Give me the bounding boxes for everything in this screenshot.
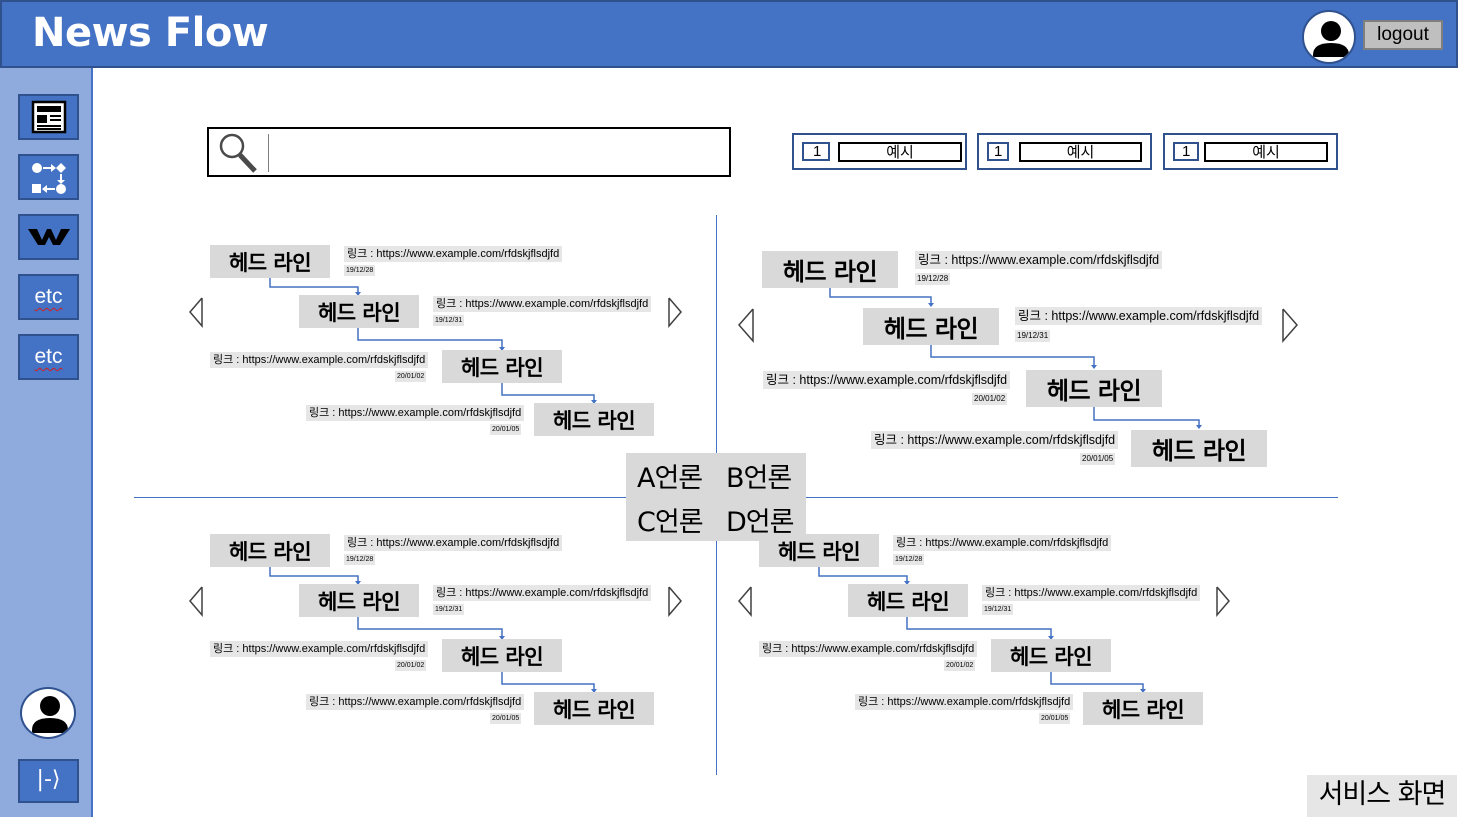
article-link[interactable]: 링크 : https://www.example.com/rfdskjflsdj… [344,246,563,262]
flow-connector [818,567,1146,693]
flow-icon [31,163,66,194]
headline[interactable]: 헤드 라인 [210,245,330,278]
article-link[interactable]: 링크 : https://www.example.com/rfdskjflsdj… [915,251,1163,269]
filter-number[interactable]: 1 [1173,142,1199,161]
article-link[interactable]: 링크 : https://www.example.com/rfdskjflsdj… [344,535,563,551]
search-icon [219,133,257,173]
article-link[interactable]: 링크 : https://www.example.com/rfdskjflsdj… [433,296,652,312]
article-date: 19/12/31 [433,315,465,326]
profile-avatar-icon[interactable] [20,687,76,739]
sidebar: etc etc |-⟩ [0,68,93,817]
article-link[interactable]: 링크 : https://www.example.com/rfdskjflsdj… [210,352,429,368]
app-title: News Flow [32,10,269,56]
page-root: News Flow logout etc etc |-⟩ 1 예시 1 예시 1… [0,0,1458,817]
chevron-left-icon[interactable] [187,296,205,328]
headline[interactable]: 헤드 라인 [442,639,562,672]
headline[interactable]: 헤드 라인 [1083,692,1203,725]
chevron-left-icon[interactable] [187,585,205,617]
headline[interactable]: 헤드 라인 [1026,370,1162,407]
article-date: 19/12/28 [893,554,925,565]
article-link[interactable]: 링크 : https://www.example.com/rfdskjflsdj… [871,431,1119,449]
article-date: 19/12/31 [982,604,1014,615]
etc-label: etc [34,285,63,308]
article-date: 20/01/02 [972,393,1008,405]
article-date: 19/12/28 [915,273,951,285]
article-link[interactable]: 링크 : https://www.example.com/rfdskjflsdj… [759,641,978,657]
article-link[interactable]: 링크 : https://www.example.com/rfdskjflsdj… [763,371,1011,389]
article-link[interactable]: 링크 : https://www.example.com/rfdskjflsdj… [306,405,525,421]
filter-number[interactable]: 1 [987,142,1009,161]
w-logo-icon [27,229,70,245]
sidebar-item-w[interactable] [18,214,79,260]
article-link[interactable]: 링크 : https://www.example.com/rfdskjflsdj… [1015,307,1263,325]
article-date: 19/12/31 [1015,330,1051,342]
filter-label[interactable]: 예시 [1204,142,1328,162]
filter-label[interactable]: 예시 [1019,142,1142,162]
article-date: 19/12/31 [433,604,465,615]
logout-button[interactable]: logout [1363,20,1443,50]
sidebar-item-etc-2[interactable]: etc [18,334,79,380]
media-a-label[interactable]: A언론 [637,456,703,495]
chevron-right-icon[interactable] [1214,585,1232,617]
article-date: 20/01/02 [395,371,427,382]
sidebar-item-flow[interactable] [18,154,79,200]
headline[interactable]: 헤드 라인 [299,295,419,328]
filter-box-3[interactable]: 1 예시 [1163,133,1338,170]
article-date: 20/01/05 [1080,453,1116,465]
article-link[interactable]: 링크 : https://www.example.com/rfdskjflsdj… [210,641,429,657]
headline[interactable]: 헤드 라인 [991,639,1111,672]
article-date: 19/12/28 [344,265,376,276]
article-date: 20/01/02 [395,660,427,671]
chevron-left-icon[interactable] [736,307,756,343]
article-date: 20/01/05 [490,713,522,724]
user-avatar-icon[interactable] [1302,10,1356,64]
headline[interactable]: 헤드 라인 [534,403,654,436]
media-b-label[interactable]: B언론 [726,456,792,495]
article-link[interactable]: 링크 : https://www.example.com/rfdskjflsdj… [306,694,525,710]
media-legend: A언론 B언론 C언론 D언론 [626,453,806,541]
etc-label: etc [34,345,63,368]
exit-button[interactable]: |-⟩ [18,759,79,803]
chevron-right-icon[interactable] [1280,307,1300,343]
headline[interactable]: 헤드 라인 [299,584,419,617]
headline[interactable]: 헤드 라인 [863,308,999,345]
filter-box-1[interactable]: 1 예시 [792,133,967,170]
chevron-right-icon[interactable] [666,585,684,617]
headline[interactable]: 헤드 라인 [1131,430,1267,467]
filter-number[interactable]: 1 [802,142,830,161]
header-bar: News Flow logout [0,0,1458,68]
chevron-right-icon[interactable] [666,296,684,328]
media-c-label[interactable]: C언론 [637,500,704,539]
headline[interactable]: 헤드 라인 [848,584,968,617]
filter-label[interactable]: 예시 [838,142,962,162]
headline[interactable]: 헤드 라인 [762,251,898,288]
search-divider [268,134,269,172]
headline[interactable]: 헤드 라인 [442,350,562,383]
article-link[interactable]: 링크 : https://www.example.com/rfdskjflsdj… [855,694,1074,710]
article-date: 20/01/05 [1039,713,1071,724]
article-link[interactable]: 링크 : https://www.example.com/rfdskjflsdj… [982,585,1201,601]
search-bar[interactable] [207,127,731,177]
chevron-left-icon[interactable] [736,585,754,617]
sidebar-item-etc-1[interactable]: etc [18,274,79,320]
article-link[interactable]: 링크 : https://www.example.com/rfdskjflsdj… [433,585,652,601]
article-date: 19/12/28 [344,554,376,565]
headline[interactable]: 헤드 라인 [210,534,330,567]
service-screen-label: 서비스 화면 [1307,775,1457,817]
news-icon [31,100,66,134]
article-link[interactable]: 링크 : https://www.example.com/rfdskjflsdj… [893,535,1112,551]
sidebar-item-news[interactable] [18,94,79,140]
article-date: 20/01/02 [944,660,976,671]
filter-box-2[interactable]: 1 예시 [977,133,1152,170]
headline[interactable]: 헤드 라인 [534,692,654,725]
media-d-label[interactable]: D언론 [726,500,794,539]
search-input[interactable] [275,135,725,171]
article-date: 20/01/05 [490,424,522,435]
